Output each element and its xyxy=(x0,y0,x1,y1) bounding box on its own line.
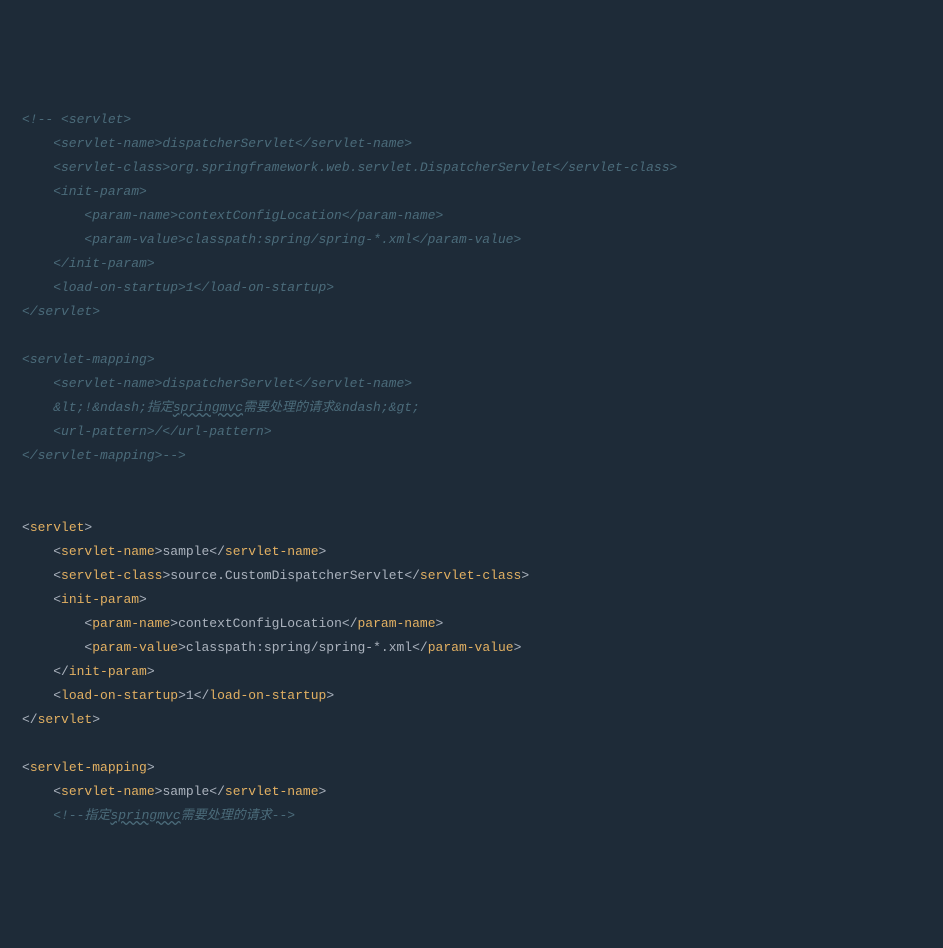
code-line: <servlet-name>dispatcherServlet</servlet… xyxy=(22,372,943,396)
code-line xyxy=(22,324,943,348)
code-line: <param-value>classpath:spring/spring-*.x… xyxy=(22,636,943,660)
code-line xyxy=(22,468,943,492)
code-line: <param-name>contextConfigLocation</param… xyxy=(22,204,943,228)
code-line: </init-param> xyxy=(22,252,943,276)
code-line: <load-on-startup>1</load-on-startup> xyxy=(22,276,943,300)
code-line: <servlet-name>sample</servlet-name> xyxy=(22,780,943,804)
code-line: <!--指定springmvc需要处理的请求--> xyxy=(22,804,943,828)
code-line: </servlet-mapping>--> xyxy=(22,444,943,468)
code-line: <init-param> xyxy=(22,180,943,204)
code-line: <servlet-mapping> xyxy=(22,756,943,780)
code-line: <servlet-class>org.springframework.web.s… xyxy=(22,156,943,180)
code-line: <!-- <servlet> xyxy=(22,108,943,132)
code-line: <servlet-name>sample</servlet-name> xyxy=(22,540,943,564)
code-line: </servlet> xyxy=(22,708,943,732)
code-line: <servlet> xyxy=(22,516,943,540)
code-line: <load-on-startup>1</load-on-startup> xyxy=(22,684,943,708)
code-line xyxy=(22,732,943,756)
code-line: &lt;!&ndash;指定springmvc需要处理的请求&ndash;&gt… xyxy=(22,396,943,420)
code-line: <servlet-mapping> xyxy=(22,348,943,372)
code-editor[interactable]: <!-- <servlet> <servlet-name>dispatcherS… xyxy=(22,108,943,828)
code-line xyxy=(22,492,943,516)
code-line: <init-param> xyxy=(22,588,943,612)
code-line: <servlet-class>source.CustomDispatcherSe… xyxy=(22,564,943,588)
code-line: <servlet-name>dispatcherServlet</servlet… xyxy=(22,132,943,156)
code-line: <url-pattern>/</url-pattern> xyxy=(22,420,943,444)
code-line: </servlet> xyxy=(22,300,943,324)
code-line: <param-name>contextConfigLocation</param… xyxy=(22,612,943,636)
code-line: <param-value>classpath:spring/spring-*.x… xyxy=(22,228,943,252)
code-line: </init-param> xyxy=(22,660,943,684)
